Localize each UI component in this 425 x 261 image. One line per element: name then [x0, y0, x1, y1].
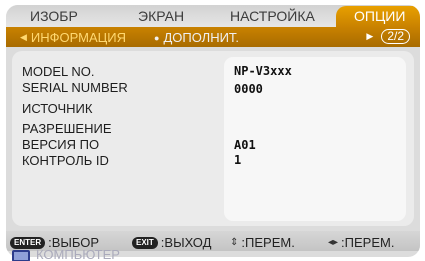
subtab-advanced[interactable]: ● ДОПОЛНИТ.: [154, 30, 239, 45]
version-value: A01: [234, 138, 256, 152]
left-right-arrow-icon: ◂▸: [328, 237, 339, 248]
page-indicator: ▶ 2/2: [366, 29, 410, 44]
source-strip: КОМПЬЮТЕР: [12, 247, 212, 261]
tab-screen[interactable]: ЭКРАН: [138, 8, 184, 24]
source-label: ИСТОЧНИК: [22, 101, 93, 116]
version-label: ВЕРСИЯ ПО: [22, 137, 100, 152]
subtab-information[interactable]: ◀ ИНФОРМАЦИЯ: [20, 30, 126, 45]
subtab-advanced-label: ДОПОЛНИТ.: [163, 30, 240, 45]
model-value: NP-V3xxx: [234, 64, 292, 78]
tab-setup[interactable]: НАСТРОЙКА: [230, 8, 315, 24]
control-id-value: 1: [234, 153, 242, 167]
up-down-arrow-icon: ⇕: [230, 237, 239, 248]
osd-menu: ИЗОБР ЭКРАН НАСТРОЙКА ОПЦИИ ◀ ИНФОРМАЦИЯ…: [6, 5, 420, 257]
left-arrow-icon: ◀: [20, 32, 27, 42]
source-strip-label: КОМПЬЮТЕР: [36, 246, 120, 261]
page-number: 2/2: [381, 29, 410, 44]
main-tab-bar: ИЗОБР ЭКРАН НАСТРОЙКА ОПЦИИ: [6, 5, 420, 27]
control-id-label: КОНТРОЛЬ ID: [22, 153, 109, 168]
bullet-icon: ●: [154, 32, 160, 43]
info-panel: MODEL NO. SERIAL NUMBER ИСТОЧНИК РАЗРЕШЕ…: [12, 51, 414, 226]
sub-tab-bar: ◀ ИНФОРМАЦИЯ ● ДОПОЛНИТ. ▶ 2/2: [6, 27, 420, 47]
value-panel: NP-V3xxx 0000 A01 1: [224, 57, 406, 221]
computer-monitor-icon: [12, 250, 30, 261]
help-move-horizontal: ◂▸ :ПЕРЕМ.: [328, 235, 394, 250]
right-arrow-icon: ▶: [366, 31, 374, 41]
help-move-vertical: ⇕ :ПЕРЕМ.: [230, 235, 295, 250]
serial-label: SERIAL NUMBER: [22, 80, 128, 95]
help-move-horizontal-label: :ПЕРЕМ.: [341, 235, 395, 250]
model-label: MODEL NO.: [22, 64, 95, 79]
subtab-information-label: ИНФОРМАЦИЯ: [30, 30, 127, 45]
serial-value: 0000: [234, 82, 263, 96]
resolution-label: РАЗРЕШЕНИЕ: [22, 121, 112, 136]
help-move-vertical-label: :ПЕРЕМ.: [241, 235, 295, 250]
tab-options[interactable]: ОПЦИИ: [336, 6, 420, 27]
tab-picture[interactable]: ИЗОБР: [30, 8, 78, 24]
